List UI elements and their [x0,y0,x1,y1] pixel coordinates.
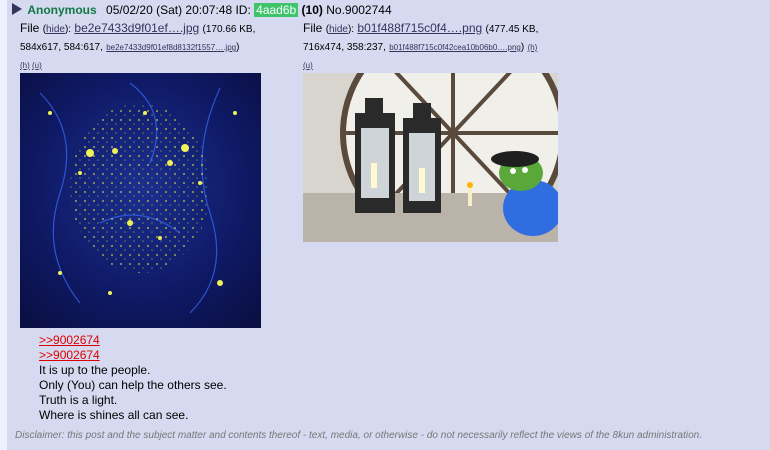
file-prefix: File [20,21,40,35]
body-line: Truth is a light. [39,393,118,407]
quote-link[interactable]: >>9002674 [39,333,227,348]
file-dimensions: 716x474, 358:237, [303,42,386,53]
post-datetime: 05/02/20 (Sat) 20:07:48 [106,3,233,17]
file-info-2: File (hide): b01f488f715c0f4….png (477.4… [303,21,539,70]
file-prefix: File [303,21,323,35]
h-link[interactable]: (h) [528,43,538,52]
triangle-right-icon[interactable] [12,3,22,15]
file-size: 170.66 KB, [205,24,256,35]
thumbnail-art-1 [20,73,261,328]
file-info-1: File (hide): be2e7433d9f01ef….jpg (170.6… [20,21,256,70]
body-line: It is up to the people. [39,363,151,377]
post-number[interactable]: No.9002744 [326,3,391,17]
poster-id-badge[interactable]: 4aad6b [254,3,299,17]
poster-name: Anonymous [27,3,97,17]
image-thumbnail-1[interactable] [20,73,261,328]
file-name-link[interactable]: be2e7433d9f01ef….jpg [74,21,199,35]
u-link[interactable]: (u) [303,61,313,70]
post: Anonymous 05/02/20 (Sat) 20:07:48 ID: 4a… [7,0,770,450]
file-size: 477.45 KB, [488,24,539,35]
disclaimer: Disclaimer: this post and the subject ma… [15,430,702,441]
thumbnail-art-2 [303,73,558,242]
hide-link[interactable]: hide [329,24,348,35]
reply-count: (10) [301,3,323,17]
body-line: Where is shines all can see. [39,408,189,422]
hide-link[interactable]: hide [46,24,65,35]
image-thumbnail-2[interactable] [303,73,558,242]
body-line: Only (You) can help the others see. [39,378,227,392]
file-dimensions: 584x617, 584:617, [20,42,103,53]
id-label: ID: [235,3,251,17]
u-link[interactable]: (u) [32,61,42,70]
file-fullname-link[interactable]: be2e7433d9f01ef8d8132f1557….jpg [106,43,236,52]
quote-link[interactable]: >>9002674 [39,348,227,363]
file-fullname-link[interactable]: b01f488f715c0f42cea10b06b0….png [389,43,521,52]
file-name-link[interactable]: b01f488f715c0f4….png [357,21,482,35]
h-link[interactable]: (h) [20,61,30,70]
post-header: Anonymous 05/02/20 (Sat) 20:07:48 ID: 4a… [12,2,392,18]
post-body: >>9002674 >>9002674 It is up to the peop… [39,333,227,423]
